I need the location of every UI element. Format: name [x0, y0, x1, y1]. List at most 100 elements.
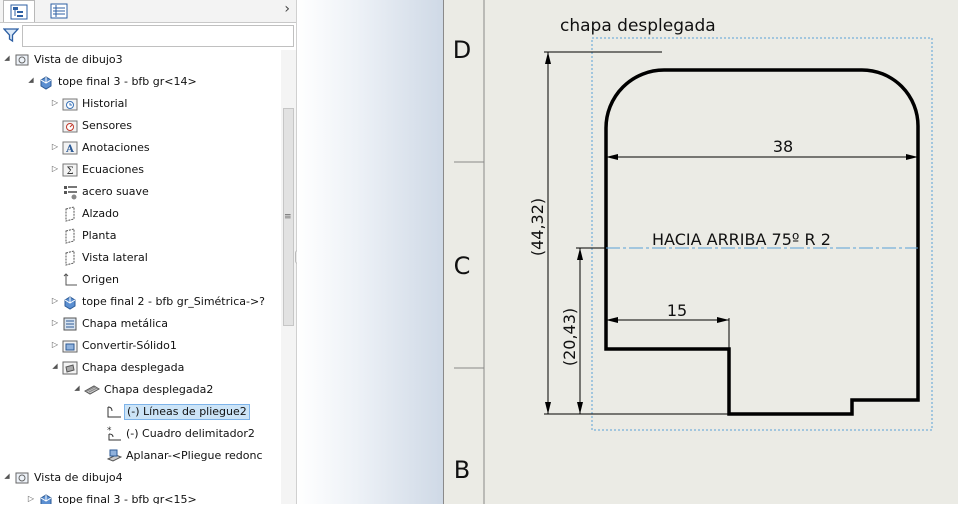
tree-item[interactable]: ◢ tope final 3 - bfb gr<14>: [0, 72, 282, 92]
dimension-38[interactable]: 38: [606, 137, 918, 160]
graphics-area-background: [297, 0, 443, 504]
tree-item[interactable]: ◢ Vista de dibujo4: [0, 468, 282, 488]
sensors-folder-icon: [62, 118, 78, 134]
feature-manager-panel: › ◢ Vista de dibujo3 ◢ tope final 3 - bfb g…: [0, 0, 296, 504]
part-icon: [38, 492, 54, 504]
dimension-20-43-text: (20,43): [560, 308, 579, 366]
tree-item-label: Chapa metálica: [82, 317, 169, 330]
tree-item-label: Vista lateral: [82, 251, 148, 264]
view-title[interactable]: chapa desplegada: [560, 16, 716, 36]
tree-item-label: Vista de dibujo3: [34, 53, 123, 66]
tree-item[interactable]: ◢ Chapa desplegada2: [0, 380, 282, 400]
tree-item-label: Alzado: [82, 207, 119, 220]
zone-label-b: B: [454, 456, 470, 484]
drawing-sheet[interactable]: D C B chapa desplegada HACIA ARRIBA 75º …: [444, 0, 958, 504]
expand-arrow-icon[interactable]: ▷: [50, 318, 60, 327]
tree-item-label: Ecuaciones: [82, 163, 145, 176]
tree-item-label: (-) Líneas de pliegue2: [124, 404, 250, 420]
plane-icon: [62, 250, 78, 266]
tree-item-label: Chapa desplegada: [82, 361, 185, 374]
tree-item-label: Aplanar-<Pliegue redonc: [126, 449, 263, 462]
panel-toolbar: ›: [0, 0, 296, 23]
tree-item[interactable]: ▷ Historial: [0, 94, 282, 114]
equations-folder-icon: Σ: [62, 162, 78, 178]
drawing-view-icon: [14, 52, 30, 68]
filter-icon[interactable]: [3, 27, 19, 43]
tree-item[interactable]: Vista lateral: [0, 248, 282, 268]
tree-item-label: Planta: [82, 229, 117, 242]
tree-item[interactable]: Alzado: [0, 204, 282, 224]
svg-text:A: A: [65, 144, 74, 155]
property-manager-tab[interactable]: [44, 0, 74, 21]
flat-pattern-icon: [84, 382, 100, 398]
chevron-right-icon[interactable]: ›: [284, 1, 290, 17]
tree-item[interactable]: (-) Líneas de pliegue2: [0, 402, 282, 422]
material-icon: [62, 184, 78, 200]
filter-input[interactable]: [22, 25, 294, 47]
feature-manager-tab[interactable]: [3, 0, 35, 22]
expand-arrow-icon[interactable]: ▷: [50, 98, 60, 107]
tree-item[interactable]: Planta: [0, 226, 282, 246]
expand-arrow-icon[interactable]: ▷: [50, 164, 60, 173]
tree-item[interactable]: Aplanar-<Pliegue redonc: [0, 446, 282, 466]
bend-note[interactable]: HACIA ARRIBA 75º R 2: [652, 230, 831, 249]
collapse-arrow-icon[interactable]: ◢: [2, 472, 12, 480]
tree-item[interactable]: ◢ Vista de dibujo3: [0, 50, 282, 70]
drawing-canvas: D C B chapa desplegada HACIA ARRIBA 75º …: [453, 0, 933, 504]
tree-item-label: (-) Cuadro delimitador2: [126, 427, 255, 440]
tree-item-label: tope final 3 - bfb gr<15>: [58, 493, 197, 504]
annotations-folder-icon: A: [62, 140, 78, 156]
tree-item[interactable]: Sensores: [0, 116, 282, 136]
tree-item[interactable]: ▷ Convertir-Sólido1: [0, 336, 282, 356]
collapse-arrow-icon[interactable]: ◢: [50, 362, 60, 370]
zone-label-d: D: [453, 36, 471, 64]
tree-item[interactable]: ▷ tope final 2 - bfb gr_Simétrica->?: [0, 292, 282, 312]
tree-item[interactable]: ▷ tope final 3 - bfb gr<15>: [0, 490, 282, 504]
collapse-arrow-icon[interactable]: ◢: [26, 76, 36, 84]
tree-item[interactable]: ▷ Chapa metálica: [0, 314, 282, 334]
part-icon: [62, 294, 78, 310]
tree-item-label: tope final 2 - bfb gr_Simétrica->?: [82, 295, 266, 308]
tree-item-label: Anotaciones: [82, 141, 150, 154]
tree-item[interactable]: * (-) Cuadro delimitador2: [0, 424, 282, 444]
tree-item-label: Chapa desplegada2: [104, 383, 214, 396]
history-folder-icon: [62, 96, 78, 112]
tree-item[interactable]: Origen: [0, 270, 282, 290]
bend-lines-icon: [106, 404, 122, 420]
expand-arrow-icon[interactable]: ▷: [50, 142, 60, 151]
property-list-icon: [50, 3, 68, 18]
tree-item-label: Origen: [82, 273, 119, 286]
filter-bar: [0, 24, 294, 47]
scrollbar-grip-icon: ≡: [284, 212, 292, 222]
flatten-icon: [106, 448, 123, 464]
tree-item[interactable]: ▷ A Anotaciones: [0, 138, 282, 158]
bounding-box-icon: *: [106, 426, 122, 442]
expand-arrow-icon[interactable]: ▷: [50, 296, 60, 305]
origin-icon: [62, 272, 78, 288]
dimension-20-43[interactable]: (20,43): [560, 247, 606, 414]
tree-item[interactable]: ▷ Σ Ecuaciones: [0, 160, 282, 180]
tree-item[interactable]: ◢ Chapa desplegada: [0, 358, 282, 378]
tree-item-label: Sensores: [82, 119, 132, 132]
expand-arrow-icon[interactable]: ▷: [26, 494, 36, 503]
feature-tree-icon: [10, 4, 28, 19]
sheet-metal-icon: [62, 316, 78, 332]
tree-item-label: tope final 3 - bfb gr<14>: [58, 75, 197, 88]
tree-item-label: Historial: [82, 97, 128, 110]
expand-arrow-icon[interactable]: ▷: [50, 340, 60, 349]
dimension-15[interactable]: 15: [606, 301, 730, 349]
drawing-view-icon: [14, 470, 30, 486]
dimension-44-32-text: (44,32): [528, 198, 547, 256]
svg-text:Σ: Σ: [66, 166, 73, 177]
collapse-arrow-icon[interactable]: ◢: [2, 54, 12, 62]
tree-item-label: acero suave: [82, 185, 149, 198]
tree-item[interactable]: acero suave: [0, 182, 282, 202]
dimension-15-text: 15: [667, 301, 687, 320]
plane-icon: [62, 228, 78, 244]
flat-pattern-folder-icon: [62, 360, 78, 376]
convert-solid-icon: [62, 338, 78, 354]
collapse-arrow-icon[interactable]: ◢: [72, 384, 82, 392]
dimension-38-text: 38: [773, 137, 793, 156]
part-icon: [38, 74, 54, 90]
zone-label-c: C: [454, 252, 471, 280]
